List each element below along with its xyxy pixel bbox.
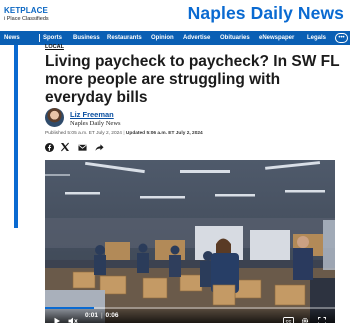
fullscreen-icon[interactable] bbox=[318, 312, 326, 323]
published-date: Published 5:05 a.m. ET July 2, 2024 bbox=[45, 131, 122, 136]
svg-text:CC: CC bbox=[286, 319, 292, 323]
video-player[interactable]: 0:01 | 0:06 CC bbox=[45, 160, 335, 323]
x-icon[interactable] bbox=[60, 142, 70, 152]
updated-date: Updated 5:06 a.m. ET July 2, 2024 bbox=[125, 131, 203, 136]
settings-icon[interactable] bbox=[301, 312, 309, 323]
nav-item-sports[interactable]: Sports bbox=[43, 31, 62, 45]
video-frame bbox=[45, 160, 335, 323]
share-arrow-icon[interactable] bbox=[95, 142, 104, 152]
ellipsis-icon[interactable]: ••• bbox=[335, 33, 348, 43]
video-time: 0:01 | 0:06 bbox=[85, 312, 118, 320]
publish-dates: Published 5:05 a.m. ET July 2, 2024 | Up… bbox=[45, 131, 203, 136]
main-nav: News Sports Business Restaurants Opinion… bbox=[0, 31, 350, 45]
top-header: KETPLACE i Place Classifieds Naples Dail… bbox=[0, 0, 350, 31]
accent-bar bbox=[14, 45, 18, 228]
nav-item-enewspaper[interactable]: eNewspaper bbox=[259, 31, 294, 45]
nav-item-news[interactable]: News bbox=[4, 31, 20, 45]
marketplace-subtitle[interactable]: i Place Classifieds bbox=[4, 16, 49, 22]
nav-item-business[interactable]: Business bbox=[73, 31, 100, 45]
site-logo[interactable]: Naples Daily News bbox=[188, 3, 344, 24]
nav-item-advertise[interactable]: Advertise bbox=[183, 31, 210, 45]
captions-icon[interactable]: CC bbox=[283, 312, 294, 323]
play-icon[interactable] bbox=[53, 312, 61, 323]
current-time: 0:01 bbox=[85, 312, 99, 319]
duration: 0:06 bbox=[105, 312, 119, 319]
nav-item-obituaries[interactable]: Obituaries bbox=[220, 31, 250, 45]
email-icon[interactable] bbox=[78, 142, 87, 152]
nav-item-restaurants[interactable]: Restaurants bbox=[107, 31, 142, 45]
facebook-icon[interactable] bbox=[45, 142, 54, 152]
video-controls: 0:01 | 0:06 CC bbox=[45, 309, 335, 323]
marketplace-title[interactable]: KETPLACE bbox=[4, 6, 48, 15]
author-name[interactable]: Liz Freeman bbox=[70, 110, 114, 119]
nav-item-opinion[interactable]: Opinion bbox=[151, 31, 174, 45]
nav-item-legals[interactable]: Legals bbox=[307, 31, 326, 45]
nav-divider bbox=[39, 34, 40, 42]
author-avatar[interactable] bbox=[45, 108, 64, 127]
mute-icon[interactable] bbox=[68, 312, 78, 323]
author-outlet: Naples Daily News bbox=[70, 120, 121, 127]
section-label[interactable]: LOCAL bbox=[45, 44, 64, 50]
article-headline: Living paycheck to paycheck? In SW FL mo… bbox=[45, 53, 340, 106]
